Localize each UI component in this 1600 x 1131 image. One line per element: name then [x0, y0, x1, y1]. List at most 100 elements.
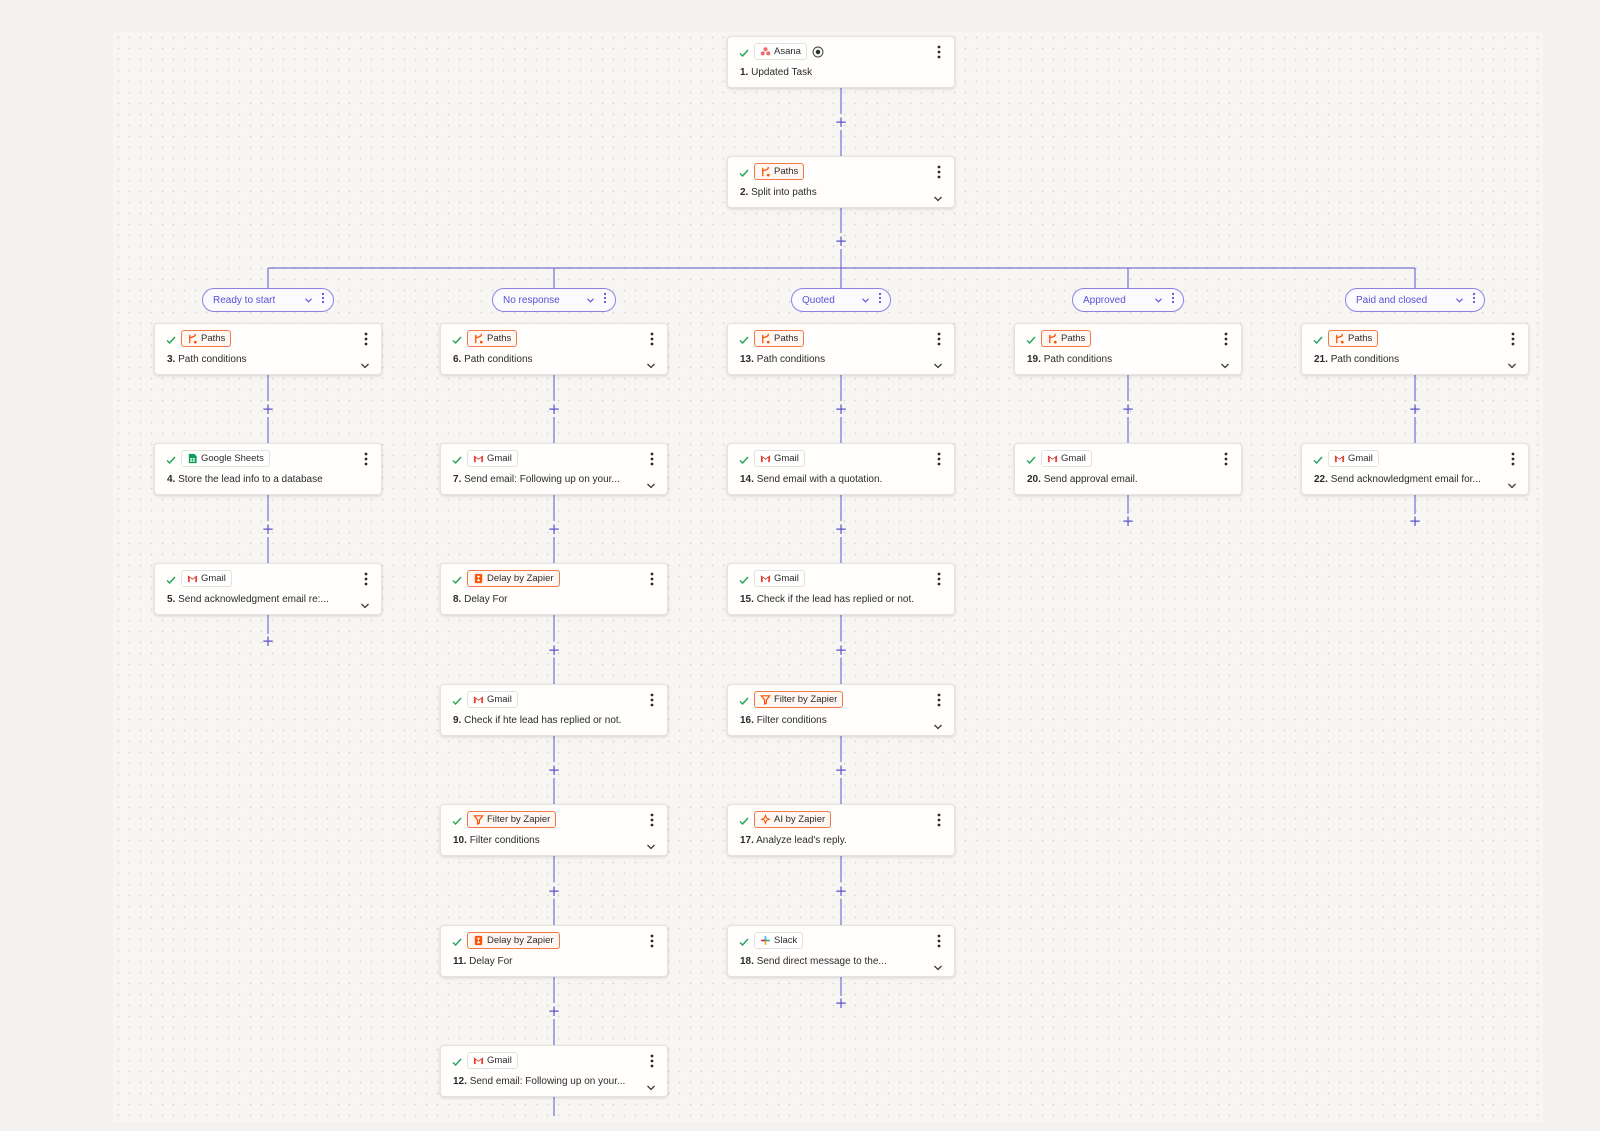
more-options-icon[interactable] [936, 164, 942, 180]
trigger-status-icon [812, 45, 824, 58]
chevron-down-icon[interactable] [933, 959, 943, 971]
more-options-icon[interactable] [1510, 451, 1516, 467]
step-card[interactable]: Gmail 14. Send email with a quotation. [727, 443, 955, 495]
add-step-button[interactable]: + [834, 234, 848, 249]
more-options-icon[interactable] [363, 451, 369, 467]
add-step-button[interactable]: + [547, 883, 561, 898]
more-options-icon[interactable] [649, 571, 655, 587]
chevron-down-icon[interactable] [586, 291, 595, 309]
step-card[interactable]: Google Sheets 4. Store the lead info to a… [154, 443, 382, 495]
add-step-button[interactable]: + [261, 402, 275, 417]
step-card[interactable]: Gmail 20. Send approval email. [1014, 443, 1242, 495]
step-card[interactable]: Paths 2. Split into paths [727, 156, 955, 208]
more-options-icon[interactable] [649, 451, 655, 467]
more-options-icon[interactable] [1171, 291, 1175, 309]
more-options-icon[interactable] [936, 933, 942, 949]
step-card[interactable]: Gmail 22. Send acknowledgment email for..… [1301, 443, 1529, 495]
step-card[interactable]: AI by Zapier 17. Analyze lead's reply. [727, 804, 955, 856]
chevron-down-icon[interactable] [360, 597, 370, 609]
more-options-icon[interactable] [936, 812, 942, 828]
step-card[interactable]: Gmail 9. Check if hte lead has replied or… [440, 684, 668, 736]
step-card[interactable]: Filter by Zapier 16. Filter conditions [727, 684, 955, 736]
add-step-button[interactable]: + [1121, 402, 1135, 417]
add-step-button[interactable]: + [834, 402, 848, 417]
step-card[interactable]: Delay by Zapier 8. Delay For [440, 563, 668, 615]
add-step-button[interactable]: + [547, 402, 561, 417]
more-options-icon[interactable] [1223, 331, 1229, 347]
more-options-icon[interactable] [363, 331, 369, 347]
path-selector[interactable]: No response [492, 288, 616, 312]
path-selector[interactable]: Paid and closed [1345, 288, 1485, 312]
chevron-down-icon[interactable] [646, 838, 656, 850]
chevron-down-icon[interactable] [646, 1079, 656, 1091]
more-options-icon[interactable] [321, 291, 325, 309]
app-chip: Gmail [1041, 450, 1092, 467]
more-options-icon[interactable] [936, 331, 942, 347]
chevron-down-icon[interactable] [1507, 477, 1517, 489]
step-card[interactable]: Paths 21. Path conditions [1301, 323, 1529, 375]
add-step-button[interactable]: + [547, 522, 561, 537]
chevron-down-icon[interactable] [933, 718, 943, 730]
more-options-icon[interactable] [1472, 291, 1476, 309]
add-step-button[interactable]: + [1121, 514, 1135, 529]
more-options-icon[interactable] [936, 451, 942, 467]
step-card[interactable]: Gmail 15. Check if the lead has replied o… [727, 563, 955, 615]
add-step-button[interactable]: + [834, 522, 848, 537]
more-options-icon[interactable] [649, 692, 655, 708]
chevron-down-icon[interactable] [1220, 357, 1230, 369]
chevron-down-icon[interactable] [1507, 357, 1517, 369]
step-card[interactable]: Delay by Zapier 11. Delay For [440, 925, 668, 977]
more-options-icon[interactable] [1510, 331, 1516, 347]
step-card[interactable]: Asana 1. Updated Task [727, 36, 955, 88]
path-selector[interactable]: Approved [1072, 288, 1184, 312]
add-step-button[interactable]: + [547, 763, 561, 778]
more-options-icon[interactable] [649, 812, 655, 828]
step-card[interactable]: Paths 6. Path conditions [440, 323, 668, 375]
more-options-icon[interactable] [649, 1053, 655, 1069]
add-step-button[interactable]: + [834, 642, 848, 657]
chevron-down-icon[interactable] [360, 357, 370, 369]
chevron-down-icon[interactable] [861, 291, 870, 309]
workflow-canvas[interactable]: Asana 1. Updated Task Paths 2. Split into p… [113, 32, 1543, 1122]
step-card[interactable]: Slack 18. Send direct message to the... [727, 925, 955, 977]
add-step-button[interactable]: + [547, 1004, 561, 1019]
step-card[interactable]: Gmail 12. Send email: Following up on you… [440, 1045, 668, 1097]
step-card[interactable]: Filter by Zapier 10. Filter conditions [440, 804, 668, 856]
more-options-icon[interactable] [603, 291, 607, 309]
more-options-icon[interactable] [878, 291, 882, 309]
chevron-down-icon[interactable] [646, 357, 656, 369]
chevron-down-icon[interactable] [1154, 291, 1163, 309]
step-number: 4. [167, 474, 176, 485]
add-step-button[interactable]: + [834, 883, 848, 898]
chevron-down-icon[interactable] [304, 291, 313, 309]
add-step-button[interactable]: + [261, 634, 275, 649]
chevron-down-icon[interactable] [933, 190, 943, 202]
chevron-down-icon[interactable] [933, 357, 943, 369]
more-options-icon[interactable] [1223, 451, 1229, 467]
chevron-down-icon[interactable] [1455, 291, 1464, 309]
add-step-button[interactable]: + [1408, 402, 1422, 417]
add-step-button[interactable]: + [547, 642, 561, 657]
step-card[interactable]: Paths 13. Path conditions [727, 323, 955, 375]
more-options-icon[interactable] [936, 44, 942, 60]
path-selector[interactable]: Quoted [791, 288, 891, 312]
step-card[interactable]: Gmail 5. Send acknowledgment email re:... [154, 563, 382, 615]
gmail-icon [473, 694, 484, 705]
add-step-button[interactable]: + [1408, 514, 1422, 529]
app-chip: Paths [754, 163, 805, 180]
step-card[interactable]: Paths 3. Path conditions [154, 323, 382, 375]
more-options-icon[interactable] [649, 331, 655, 347]
more-options-icon[interactable] [363, 571, 369, 587]
more-options-icon[interactable] [936, 571, 942, 587]
more-options-icon[interactable] [649, 933, 655, 949]
chevron-down-icon[interactable] [646, 477, 656, 489]
step-card[interactable]: Gmail 7. Send email: Following up on your… [440, 443, 668, 495]
add-step-button[interactable]: + [834, 115, 848, 130]
add-step-button[interactable]: + [261, 522, 275, 537]
step-card[interactable]: Paths 19. Path conditions [1014, 323, 1242, 375]
app-chip: Delay by Zapier [467, 932, 560, 949]
path-selector[interactable]: Ready to start [202, 288, 334, 312]
more-options-icon[interactable] [936, 692, 942, 708]
add-step-button[interactable]: + [834, 996, 848, 1011]
add-step-button[interactable]: + [834, 763, 848, 778]
